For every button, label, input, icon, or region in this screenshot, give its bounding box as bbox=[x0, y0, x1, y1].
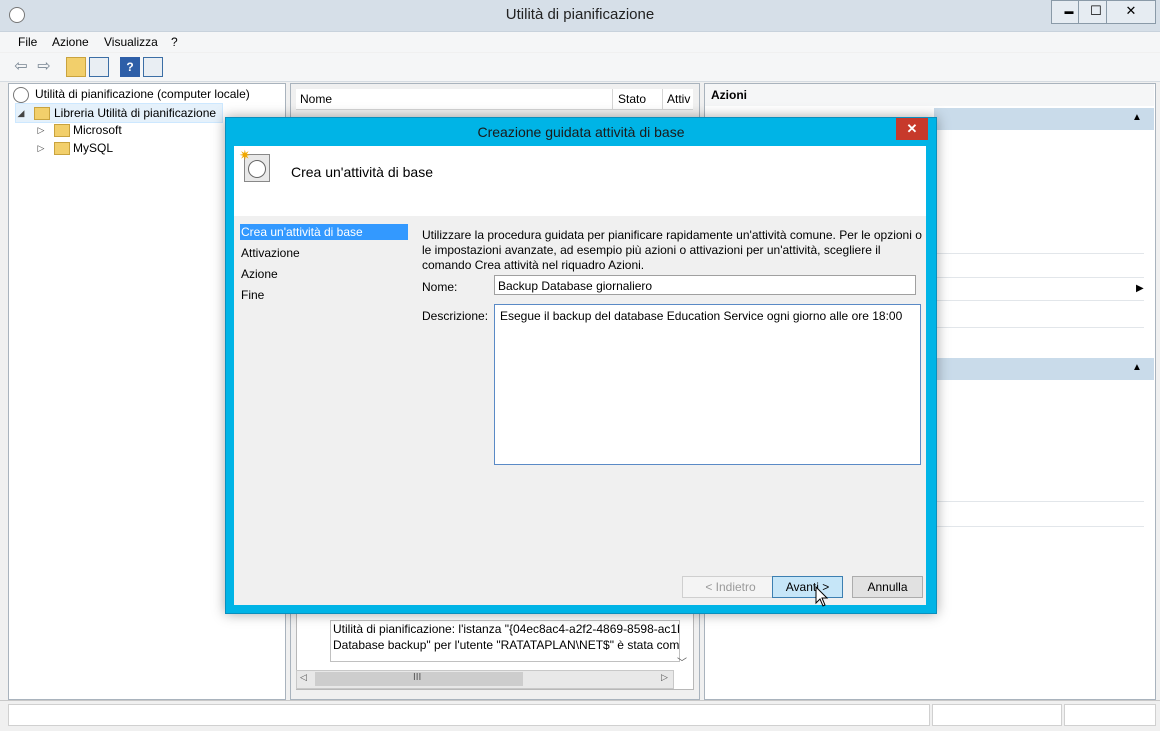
back-button[interactable]: < Indietro bbox=[682, 576, 779, 598]
menu-bar: File Azione Visualizza ? bbox=[0, 32, 1160, 52]
step-label: Fine bbox=[241, 288, 265, 302]
divider bbox=[934, 300, 1144, 301]
step-create-basic-task[interactable]: Crea un'attività di base bbox=[240, 224, 408, 240]
status-bar bbox=[0, 700, 1160, 731]
window-titlebar: Utilità di pianificazione ▬ ☐ ✕ bbox=[0, 0, 1160, 32]
step-trigger[interactable]: Attivazione bbox=[240, 245, 408, 261]
expand-triangle-icon[interactable]: ▷ bbox=[36, 139, 46, 157]
collapse-up-icon[interactable]: ▲ bbox=[1132, 112, 1142, 123]
divider bbox=[934, 277, 1144, 278]
tree-library-label: Libreria Utilità di pianificazione bbox=[54, 106, 217, 120]
scroll-right-arrow-icon[interactable]: ▷ bbox=[661, 672, 668, 683]
scroll-left-arrow-icon[interactable]: ◁ bbox=[300, 672, 307, 683]
horizontal-scrollbar[interactable]: ◁ III ▷ bbox=[296, 670, 674, 689]
column-stato[interactable]: Stato bbox=[618, 92, 646, 106]
show-hide-tree-icon[interactable] bbox=[89, 57, 109, 77]
history-line-2: Database backup" per l'utente "RATATAPLA… bbox=[333, 638, 680, 652]
next-button[interactable]: Avanti > bbox=[772, 576, 843, 598]
step-label: Azione bbox=[241, 267, 278, 281]
step-action[interactable]: Azione bbox=[240, 266, 408, 282]
folder-icon bbox=[54, 124, 70, 137]
divider bbox=[934, 526, 1144, 527]
status-cell bbox=[932, 704, 1062, 726]
actions-group-library[interactable]: ▲ bbox=[934, 108, 1154, 130]
submenu-arrow-icon[interactable]: ▶ bbox=[1136, 283, 1144, 294]
expand-triangle-icon[interactable]: ▷ bbox=[36, 121, 46, 139]
tree-item-library[interactable]: ◢ Libreria Utilità di pianificazione bbox=[15, 103, 223, 123]
actions-header: Azioni bbox=[705, 84, 1154, 106]
tree-microsoft-label: Microsoft bbox=[73, 123, 122, 137]
tree-mysql-label: MySQL bbox=[73, 141, 114, 155]
divider bbox=[934, 253, 1144, 254]
description-label: Descrizione: bbox=[422, 309, 489, 323]
dialog-body: ✷ Crea un'attività di base Crea un'attiv… bbox=[234, 146, 926, 605]
folder-clock-icon bbox=[34, 107, 50, 120]
step-label: Crea un'attività di base bbox=[241, 225, 363, 239]
sparkle-icon: ✷ bbox=[239, 147, 251, 163]
basic-task-wizard-dialog: Creazione guidata attività di base ✕ ✷ C… bbox=[225, 117, 937, 614]
dialog-close-button[interactable]: ✕ bbox=[896, 118, 928, 140]
task-name-input[interactable]: Backup Database giornaliero bbox=[494, 275, 916, 295]
window-title: Utilità di pianificazione bbox=[505, 6, 655, 23]
divider bbox=[934, 501, 1144, 502]
column-divider[interactable] bbox=[612, 89, 613, 109]
scroll-grip: III bbox=[413, 672, 422, 683]
dialog-header: ✷ Crea un'attività di base bbox=[234, 146, 926, 216]
mouse-cursor-icon bbox=[815, 586, 829, 607]
task-wizard-icon: ✷ bbox=[239, 147, 270, 182]
actions-title: Azioni bbox=[711, 88, 747, 102]
dialog-title: Creazione guidata attività di base bbox=[477, 124, 685, 140]
status-cell-main bbox=[8, 704, 930, 726]
menu-file[interactable]: File bbox=[18, 35, 37, 49]
step-label: Attivazione bbox=[241, 246, 300, 260]
task-list-header: Nome Stato Attiv bbox=[296, 89, 693, 110]
folder-icon bbox=[54, 142, 70, 155]
forward-arrow-icon[interactable]: ⇨ bbox=[34, 57, 54, 77]
close-button[interactable]: ✕ bbox=[1106, 0, 1156, 24]
collapse-triangle-icon[interactable]: ◢ bbox=[16, 104, 26, 122]
toolbar: ⇦ ⇨ ? bbox=[0, 53, 1160, 82]
collapse-up-icon[interactable]: ▲ bbox=[1132, 362, 1142, 373]
cancel-button[interactable]: Annulla bbox=[852, 576, 923, 598]
clock-icon bbox=[13, 87, 29, 103]
scroll-down-arrow-icon[interactable]: ﹀ bbox=[674, 654, 690, 670]
column-divider[interactable] bbox=[662, 89, 663, 109]
column-nome[interactable]: Nome bbox=[300, 92, 332, 106]
back-arrow-icon[interactable]: ⇦ bbox=[11, 57, 31, 77]
menu-azione[interactable]: Azione bbox=[52, 35, 89, 49]
help-icon[interactable]: ? bbox=[120, 57, 140, 77]
step-finish[interactable]: Fine bbox=[240, 287, 408, 303]
menu-visualizza[interactable]: Visualizza bbox=[104, 35, 158, 49]
name-label: Nome: bbox=[422, 280, 458, 294]
show-hide-action-pane-icon[interactable] bbox=[143, 57, 163, 77]
tree-root-label: Utilità di pianificazione (computer loca… bbox=[35, 87, 250, 101]
task-description-input[interactable]: Esegue il backup del database Education … bbox=[494, 304, 921, 465]
status-cell bbox=[1064, 704, 1156, 726]
dialog-heading: Crea un'attività di base bbox=[291, 164, 433, 180]
wizard-intro-text: Utilizzare la procedura guidata per pian… bbox=[422, 228, 922, 272]
actions-group-selected[interactable]: ▲ bbox=[934, 358, 1154, 380]
history-line-1: Utilità di pianificazione: l'istanza "{0… bbox=[333, 622, 680, 636]
history-detail-text: Utilità di pianificazione: l'istanza "{0… bbox=[330, 620, 680, 662]
menu-help[interactable]: ? bbox=[171, 35, 178, 49]
column-attivazioni[interactable]: Attiv bbox=[667, 92, 690, 106]
up-folder-icon[interactable] bbox=[66, 57, 86, 77]
divider bbox=[934, 327, 1144, 328]
